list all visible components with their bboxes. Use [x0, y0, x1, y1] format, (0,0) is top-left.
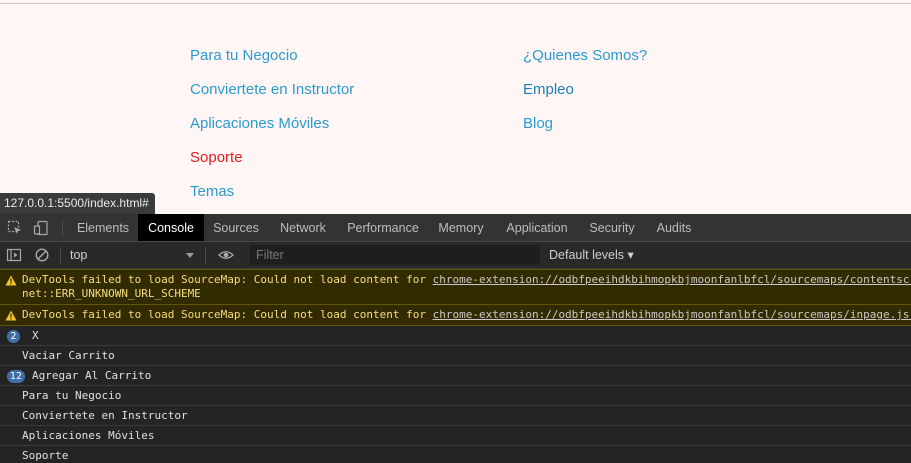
divider [205, 247, 206, 264]
tab-memory[interactable]: Memory [428, 214, 494, 241]
footer-link-empleo[interactable]: Empleo [523, 78, 647, 112]
log-text: X [32, 329, 39, 342]
footer-link-soporte[interactable]: Soporte [190, 146, 354, 180]
console-log: Para tu Negocio [0, 386, 911, 406]
console-log: Soporte [0, 446, 911, 463]
chevron-down-icon [186, 253, 194, 258]
warning-text: DevTools failed to load SourceMap: Could… [22, 273, 433, 286]
divider [0, 3, 911, 4]
log-text: Soporte [22, 449, 69, 462]
console-warning: DevTools failed to load SourceMap: Could… [0, 269, 911, 305]
warning-text: DevTools failed to load SourceMap: Could… [22, 308, 433, 321]
device-toolbar-icon[interactable] [33, 220, 49, 236]
devtools-tabbar: Elements Console Sources Network Perform… [0, 214, 911, 242]
console-toolbar: top Default levels ▾ [0, 242, 911, 269]
log-text: Conviertete en Instructor [22, 409, 188, 422]
tab-security[interactable]: Security [580, 214, 644, 241]
console-messages: DevTools failed to load SourceMap: Could… [0, 269, 911, 463]
footer-column-left: Para tu Negocio Conviertete en Instructo… [190, 44, 354, 214]
log-levels-dropdown[interactable]: Default levels ▾ [549, 242, 634, 269]
tab-console[interactable]: Console [138, 214, 204, 241]
console-warning: DevTools failed to load SourceMap: Could… [0, 305, 911, 326]
eye-icon[interactable] [218, 247, 234, 263]
log-text: Para tu Negocio [22, 389, 122, 402]
footer-link-blog[interactable]: Blog [523, 112, 647, 146]
tab-sources[interactable]: Sources [204, 214, 268, 241]
inspect-element-icon[interactable] [7, 220, 23, 236]
repeat-count-badge: 2 [7, 330, 20, 343]
warning-icon [5, 275, 17, 286]
source-link[interactable]: chrome-extension://odbfpeeihdkbihmopkbjm… [433, 308, 911, 321]
tab-audits[interactable]: Audits [644, 214, 704, 241]
console-log: Aplicaciones Móviles [0, 426, 911, 446]
tab-application[interactable]: Application [494, 214, 580, 241]
console-log: Vaciar Carrito [0, 346, 911, 366]
repeat-count-badge: 12 [7, 370, 26, 383]
divider [62, 220, 63, 237]
footer-link-negocio[interactable]: Para tu Negocio [190, 44, 354, 78]
warning-text: net::ERR_UNKNOWN_URL_SCHEME [22, 287, 201, 300]
devtools-panel: Elements Console Sources Network Perform… [0, 214, 911, 463]
log-text: Aplicaciones Móviles [22, 429, 155, 442]
web-page: Para tu Negocio Conviertete en Instructo… [0, 0, 911, 214]
console-log: 12 Agregar Al Carrito [0, 366, 911, 386]
source-link[interactable]: chrome-extension://odbfpeeihdkbihmopkbjm… [433, 273, 911, 286]
footer-link-instructor[interactable]: Conviertete en Instructor [190, 78, 354, 112]
footer-link-temas[interactable]: Temas [190, 180, 354, 214]
footer-link-quienes-somos[interactable]: ¿Quienes Somos? [523, 44, 647, 78]
footer-link-apps[interactable]: Aplicaciones Móviles [190, 112, 354, 146]
context-selector[interactable]: top [70, 242, 87, 269]
warning-icon [5, 310, 17, 321]
tab-elements[interactable]: Elements [68, 214, 138, 241]
filter-input[interactable] [250, 245, 540, 265]
log-text: Agregar Al Carrito [32, 369, 152, 382]
divider [60, 247, 61, 264]
clear-console-icon[interactable] [34, 247, 50, 263]
footer-column-right: ¿Quienes Somos? Empleo Blog [523, 44, 647, 146]
tab-network[interactable]: Network [268, 214, 338, 241]
console-log: 2 X [0, 326, 911, 346]
log-text: Vaciar Carrito [22, 349, 115, 362]
tab-performance[interactable]: Performance [338, 214, 428, 241]
console-log: Conviertete en Instructor [0, 406, 911, 426]
status-url-tooltip: 127.0.0.1:5500/index.html# [0, 193, 155, 214]
sidebar-toggle-icon[interactable] [6, 247, 22, 263]
